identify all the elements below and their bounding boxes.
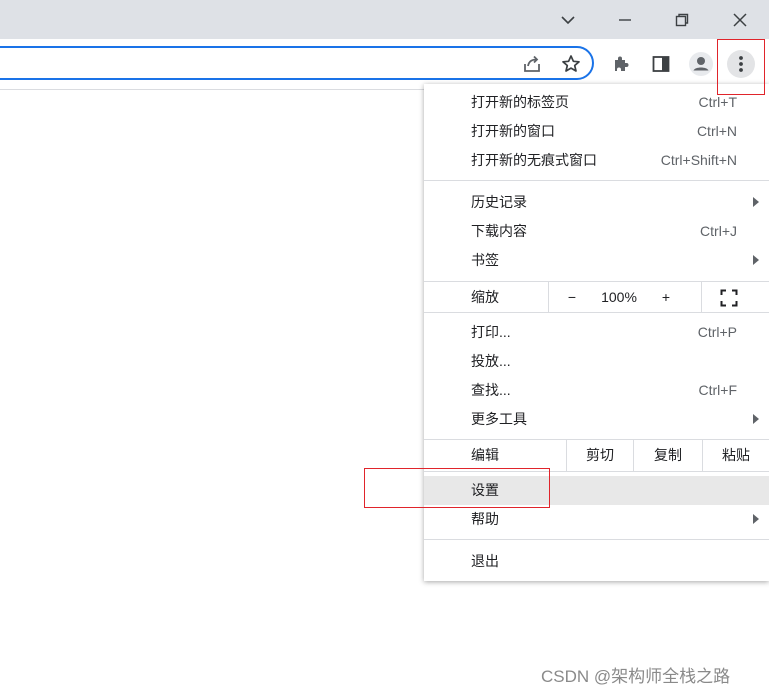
- menu-item-label: 打开新的无痕式窗口: [471, 152, 597, 168]
- menu-item-label: 书签: [471, 252, 499, 268]
- annotation-box-more-menu: [717, 39, 765, 95]
- menu-item-label: 帮助: [471, 511, 499, 527]
- menu-item-exit[interactable]: 退出: [424, 547, 769, 576]
- browser-toolbar: [0, 39, 769, 90]
- menu-item-new-window[interactable]: 打开新的窗口 Ctrl+N: [424, 117, 769, 146]
- menu-item-label: 打开新的窗口: [471, 123, 555, 139]
- zoom-row: 缩放 − 100% +: [424, 282, 769, 312]
- shortcut-label: Ctrl+P: [697, 324, 737, 340]
- zoom-label: 缩放: [471, 289, 499, 305]
- bookmark-star-icon[interactable]: [556, 49, 586, 79]
- menu-item-find[interactable]: 查找... Ctrl+F: [424, 376, 769, 405]
- menu-item-new-incognito[interactable]: 打开新的无痕式窗口 Ctrl+Shift+N: [424, 146, 769, 175]
- menu-item-print[interactable]: 打印... Ctrl+P: [424, 318, 769, 347]
- menu-item-help[interactable]: 帮助: [424, 505, 769, 534]
- share-icon[interactable]: [517, 49, 547, 79]
- minimize-icon[interactable]: [601, 0, 649, 39]
- menu-item-label: 投放...: [471, 353, 511, 369]
- extensions-icon[interactable]: [606, 49, 636, 79]
- submenu-arrow-icon: [753, 514, 759, 524]
- menu-item-label: 历史记录: [471, 194, 527, 210]
- chevron-down-icon[interactable]: [544, 0, 592, 39]
- copy-button[interactable]: 复制: [634, 440, 702, 469]
- menu-item-label: 退出: [471, 553, 499, 569]
- shortcut-label: Ctrl+Shift+N: [660, 152, 737, 168]
- address-bar[interactable]: [0, 46, 594, 80]
- menu-item-label: 打开新的标签页: [471, 94, 569, 110]
- shortcut-label: Ctrl+F: [698, 382, 738, 398]
- menu-item-label: 查找...: [471, 382, 511, 398]
- menu-item-downloads[interactable]: 下载内容 Ctrl+J: [424, 217, 769, 246]
- submenu-arrow-icon: [753, 197, 759, 207]
- annotation-box-settings: [364, 468, 550, 508]
- menu-item-label: 更多工具: [471, 411, 527, 427]
- shortcut-label: Ctrl+J: [700, 223, 737, 239]
- zoom-divider: [701, 282, 702, 312]
- menu-item-cast[interactable]: 投放...: [424, 347, 769, 376]
- menu-item-label: 下载内容: [471, 223, 527, 239]
- submenu-arrow-icon: [753, 414, 759, 424]
- shortcut-label: Ctrl+N: [696, 123, 737, 139]
- zoom-out-button[interactable]: −: [560, 282, 584, 311]
- menu-item-bookmarks[interactable]: 书签: [424, 246, 769, 275]
- menu-item-history[interactable]: 历史记录: [424, 188, 769, 217]
- zoom-level: 100%: [601, 289, 637, 305]
- profile-icon[interactable]: [686, 49, 716, 79]
- submenu-arrow-icon: [753, 255, 759, 265]
- restore-icon[interactable]: [658, 0, 706, 39]
- close-icon[interactable]: [716, 0, 764, 39]
- title-bar: [0, 0, 769, 39]
- cut-button[interactable]: 剪切: [567, 440, 633, 469]
- paste-button[interactable]: 粘贴: [703, 440, 769, 469]
- menu-divider: [424, 180, 769, 181]
- zoom-in-button[interactable]: +: [654, 282, 678, 311]
- side-panel-icon[interactable]: [646, 49, 676, 79]
- edit-label: 编辑: [471, 447, 499, 463]
- watermark-text: CSDN @架构师全栈之路: [541, 667, 731, 686]
- menu-item-label: 打印...: [471, 324, 511, 340]
- menu-divider: [424, 312, 769, 313]
- menu-item-more-tools[interactable]: 更多工具: [424, 405, 769, 434]
- edit-row: 编辑 剪切 复制 粘贴: [424, 440, 769, 471]
- menu-divider: [424, 539, 769, 540]
- fullscreen-icon[interactable]: [714, 288, 744, 307]
- zoom-divider: [548, 282, 549, 312]
